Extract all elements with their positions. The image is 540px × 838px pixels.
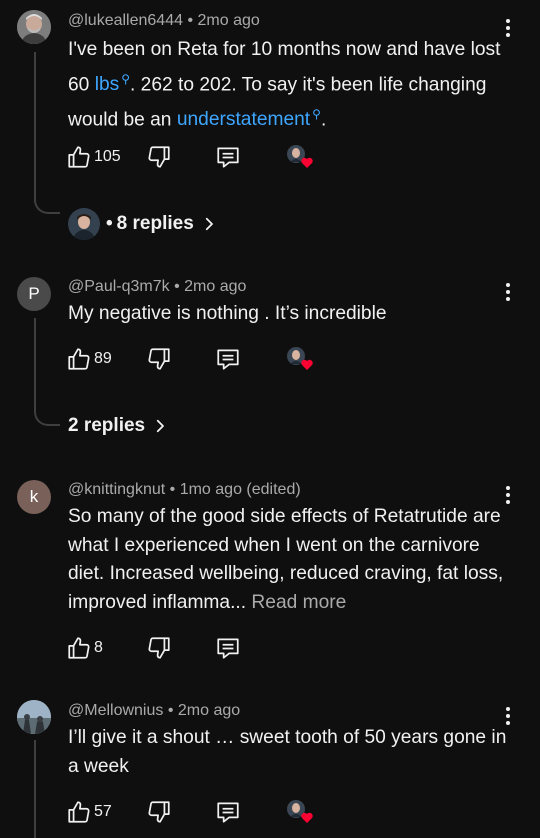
comment-author[interactable]: @lukeallen6444	[68, 12, 183, 29]
creator-heart-icon	[285, 344, 315, 374]
read-more-link[interactable]: Read more	[251, 592, 346, 613]
comment-icon	[217, 349, 239, 370]
comment-time: 1mo ago (edited)	[179, 481, 301, 498]
thumbs-down-icon	[148, 348, 170, 370]
comment-header: @knittingknut • 1mo ago (edited)	[68, 481, 301, 499]
like-count: 8	[94, 639, 103, 656]
reply-button[interactable]	[215, 344, 241, 374]
comment-time: 2mo ago	[184, 278, 247, 295]
comment-text: My negative is nothing . It’s incredible	[68, 303, 387, 324]
dislike-button[interactable]	[146, 633, 172, 663]
creator-heart-icon	[285, 142, 315, 172]
view-replies-button[interactable]: 2 replies	[68, 415, 169, 437]
avatar[interactable]: P	[17, 277, 51, 311]
thread-connector	[34, 196, 60, 214]
chevron-right-icon	[205, 217, 213, 231]
thumbs-down-icon	[148, 146, 170, 168]
thumbs-up-icon	[68, 146, 90, 168]
search-link-lbs[interactable]: lbs ⚲	[95, 71, 131, 95]
comment-header: @Mellownius • 2mo ago	[68, 702, 240, 720]
thread-line	[34, 740, 36, 838]
separator: •	[187, 12, 194, 29]
comment-text: I’ll give it a shout … sweet tooth of 50…	[68, 727, 507, 777]
like-button[interactable]: 105	[66, 142, 121, 172]
comment-icon	[217, 147, 239, 168]
thumbs-down-icon	[148, 637, 170, 659]
thumbs-up-icon	[68, 348, 90, 370]
separator: •	[167, 702, 174, 719]
reply-button[interactable]	[215, 142, 241, 172]
chevron-right-icon	[156, 419, 165, 433]
comment-time: 2mo ago	[197, 12, 260, 29]
avatar[interactable]	[17, 10, 51, 44]
like-count: 105	[94, 148, 121, 165]
like-count: 57	[94, 803, 112, 820]
view-replies-button[interactable]: • 8 replies	[68, 208, 218, 240]
thumbs-down-icon	[148, 801, 170, 823]
comment-icon	[217, 802, 239, 823]
thumbs-up-icon	[68, 637, 90, 659]
comment-actions: 8	[66, 633, 366, 663]
avatar-photo	[17, 700, 51, 734]
avatar[interactable]: k	[17, 480, 51, 514]
comment-actions: 89	[66, 344, 366, 374]
comment-header: @lukeallen6444 • 2mo ago	[68, 12, 260, 30]
reply-button[interactable]	[215, 633, 241, 663]
like-button[interactable]: 89	[66, 344, 112, 374]
comment-text: So many of the good side effects of Reta…	[68, 506, 504, 613]
search-link-understatement[interactable]: understatement ⚲	[177, 106, 321, 130]
comment-header: @Paul-q3m7k • 2mo ago	[68, 278, 246, 296]
separator: •	[174, 278, 180, 295]
dislike-button[interactable]	[146, 797, 172, 827]
avatar-photo	[17, 10, 51, 44]
avatar[interactable]	[17, 700, 51, 734]
thumbs-up-icon	[68, 801, 90, 823]
comment-actions: 57	[66, 797, 366, 827]
creator-avatar	[68, 208, 100, 240]
comment-author[interactable]: @Paul-q3m7k	[68, 278, 170, 295]
search-icon: ⚲	[121, 71, 131, 86]
comment-icon	[217, 638, 239, 659]
thread-line	[34, 318, 36, 412]
creator-heart-icon	[285, 797, 315, 827]
comment-author[interactable]: @Mellownius	[68, 702, 163, 719]
replies-count: 2 replies	[68, 415, 146, 436]
separator: •	[169, 481, 176, 498]
thread-line	[34, 52, 36, 202]
dislike-button[interactable]	[146, 344, 172, 374]
search-icon: ⚲	[312, 106, 321, 121]
comment-actions: 105	[66, 142, 366, 172]
reply-button[interactable]	[215, 797, 241, 827]
separator: •	[106, 213, 113, 234]
like-button[interactable]: 8	[66, 633, 103, 663]
thread-connector	[34, 408, 60, 426]
comment-time: 2mo ago	[177, 702, 241, 719]
replies-count: 8 replies	[116, 213, 194, 234]
like-button[interactable]: 57	[66, 797, 112, 827]
comment-author[interactable]: @knittingknut	[68, 481, 165, 498]
dislike-button[interactable]	[146, 142, 172, 172]
like-count: 89	[94, 350, 112, 367]
comment-text: I've been on Reta for 10 months now and …	[68, 39, 501, 130]
